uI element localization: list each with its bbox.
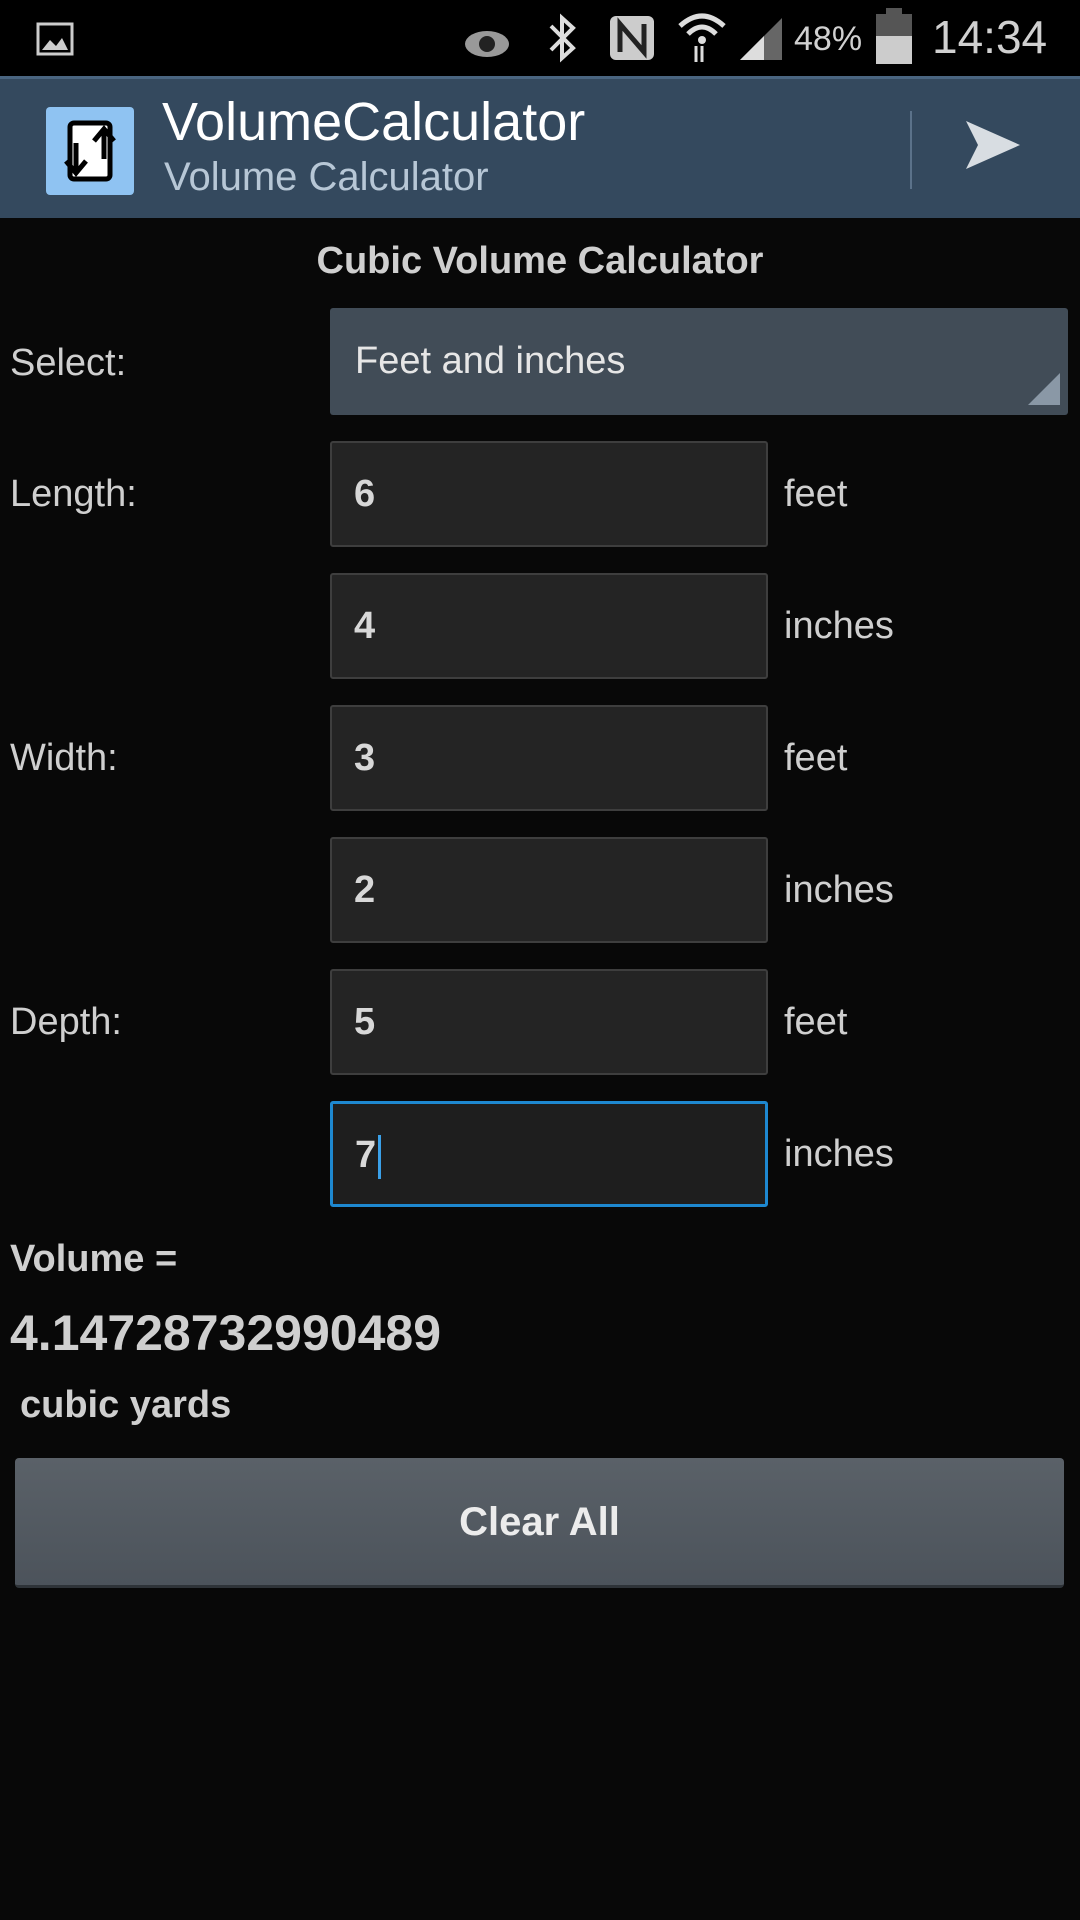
swap-arrows-icon: [64, 120, 116, 182]
app-icon[interactable]: [46, 107, 134, 195]
battery-percent: 48%: [794, 20, 863, 58]
dropdown-triangle-icon: [1028, 373, 1060, 405]
dimension-input[interactable]: 5: [330, 969, 768, 1075]
eye-icon: [465, 31, 509, 57]
unit-label: feet: [784, 737, 848, 779]
unit-select[interactable]: Feet and inches: [330, 308, 1068, 415]
input-value: 3: [354, 737, 376, 779]
input-value: 4: [354, 605, 376, 647]
dimension-label: Depth:: [10, 1001, 122, 1043]
unit-label: inches: [784, 1133, 894, 1175]
input-value: 5: [354, 1001, 376, 1043]
result-unit: cubic yards: [20, 1384, 232, 1426]
dimension-input[interactable]: 4: [330, 573, 768, 679]
dimension-input[interactable]: 6: [330, 441, 768, 547]
wifi-icon: [678, 13, 726, 62]
input-value: 7: [355, 1134, 377, 1176]
send-icon[interactable]: [962, 115, 1024, 177]
page-title: Cubic Volume Calculator: [316, 240, 764, 282]
unit-label: inches: [784, 605, 894, 647]
dimension-label: Width:: [10, 737, 118, 779]
input-value: 2: [354, 869, 376, 911]
result-label: Volume =: [10, 1238, 178, 1280]
unit-label: feet: [784, 473, 848, 515]
unit-label: feet: [784, 1001, 848, 1043]
dimension-input[interactable]: 3: [330, 705, 768, 811]
gallery-icon: [36, 22, 74, 56]
action-bar: VolumeCalculator Volume Calculator: [0, 76, 1080, 218]
dimension-label: Length:: [10, 473, 137, 515]
battery-icon: [876, 8, 912, 64]
clear-all-button[interactable]: Clear All: [15, 1458, 1064, 1588]
unit-select-value: Feet and inches: [355, 340, 626, 382]
unit-label: inches: [784, 869, 894, 911]
action-divider: [910, 111, 912, 189]
text-cursor: [378, 1134, 382, 1179]
bluetooth-icon: [549, 13, 576, 63]
status-bar: 48% 14:34: [0, 0, 1080, 76]
clock: 14:34: [932, 11, 1048, 63]
dimension-input[interactable]: 2: [330, 837, 768, 943]
dimension-input[interactable]: 7: [330, 1101, 768, 1207]
select-label: Select:: [10, 342, 127, 384]
app-title: VolumeCalculator: [162, 92, 586, 152]
app-subtitle: Volume Calculator: [164, 155, 489, 199]
signal-icon: [740, 18, 782, 60]
result-value: 4.14728732990489: [10, 1305, 442, 1361]
input-value: 6: [354, 473, 376, 515]
nfc-icon: [610, 16, 654, 60]
